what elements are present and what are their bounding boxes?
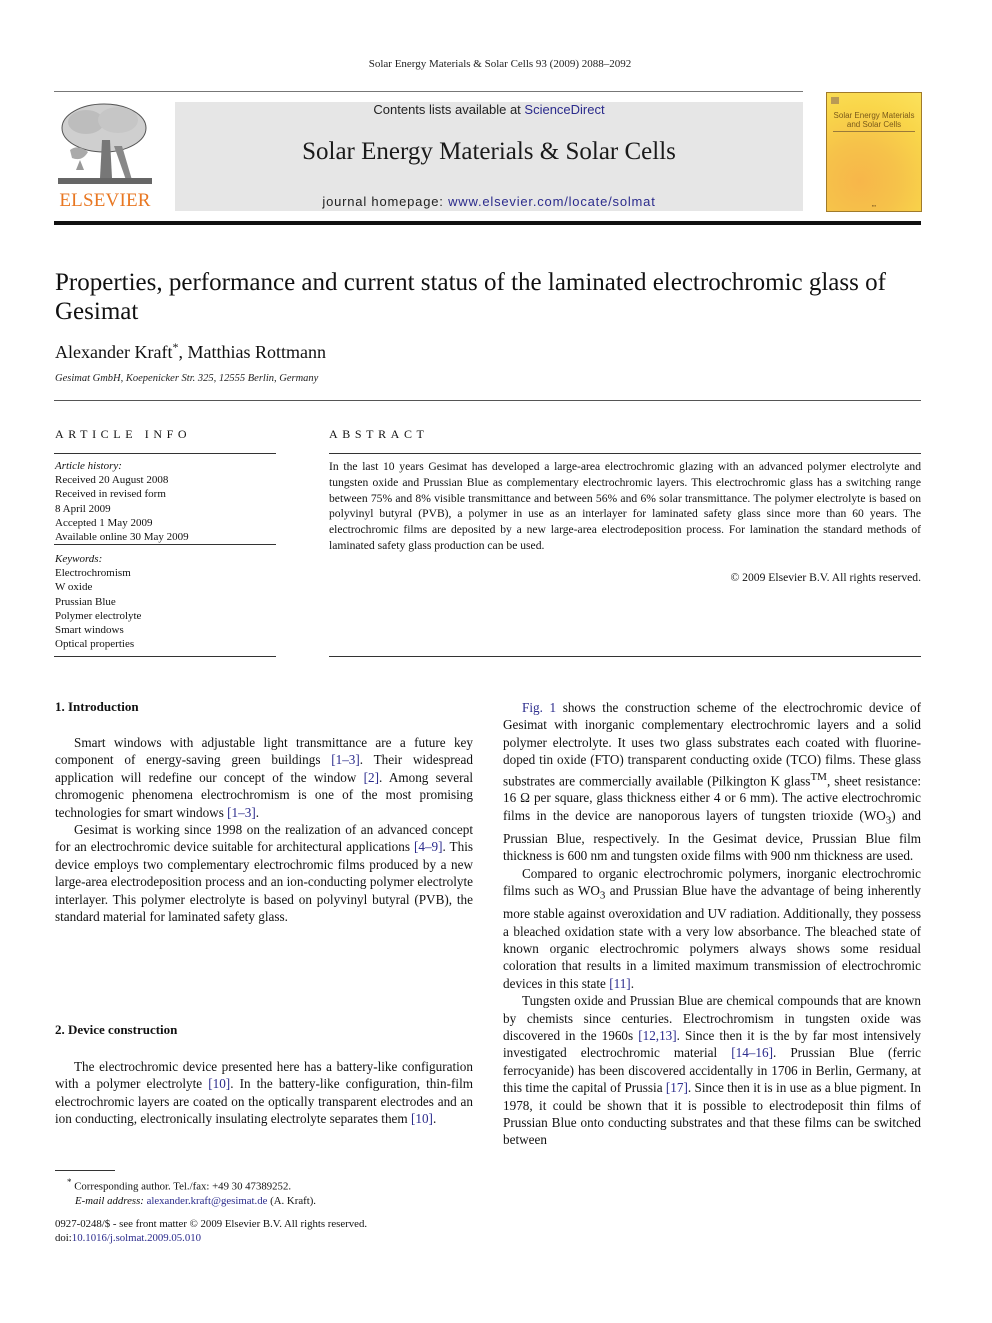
paragraph: Smart windows with adjustable light tran… — [55, 734, 473, 821]
keyword: Prussian Blue — [55, 595, 116, 608]
article-info-rule — [54, 544, 276, 545]
journal-title: Solar Energy Materials & Solar Cells — [302, 138, 676, 165]
trademark-superscript: TM — [810, 770, 827, 783]
elsevier-wordmark: ELSEVIER — [59, 190, 151, 211]
author-list: Alexander Kraft*, Matthias Rottmann — [55, 340, 326, 363]
contents-line: Contents lists available at ScienceDirec… — [175, 102, 803, 117]
citation-link[interactable]: [14–16] — [731, 1045, 773, 1060]
section-heading-device-construction: 2. Device construction — [55, 1022, 178, 1037]
citation-link[interactable]: [1–3] — [331, 752, 360, 767]
figure-link[interactable]: Fig. 1 — [522, 700, 556, 715]
sciencedirect-link[interactable]: ScienceDirect — [524, 102, 604, 117]
history-item: Received 20 August 2008 — [55, 474, 169, 487]
front-separator-rule — [54, 400, 921, 401]
journal-banner: Contents lists available at ScienceDirec… — [175, 102, 803, 211]
right-column-body: Fig. 1 shows the construction scheme of … — [503, 699, 921, 1149]
text-run: and Prussian Blue have the advantage of … — [503, 883, 921, 991]
paragraph: Tungsten oxide and Prussian Blue are che… — [503, 992, 921, 1149]
journal-homepage-link[interactable]: www.elsevier.com/locate/solmat — [448, 194, 656, 209]
keyword: Optical properties — [55, 638, 135, 651]
history-item: 8 April 2009 — [55, 502, 111, 515]
contents-prefix: Contents lists available at — [373, 102, 525, 117]
history-label: Article history: — [55, 460, 122, 472]
footnote-rule — [55, 1170, 115, 1171]
citation-link[interactable]: [2] — [364, 770, 379, 785]
text-run: . — [630, 975, 634, 991]
article-info-rule — [54, 656, 276, 657]
email-label: E-mail address: — [75, 1194, 147, 1207]
abstract-rule — [329, 453, 921, 454]
citation-link[interactable]: [12,13] — [638, 1028, 676, 1043]
citation-link[interactable]: [4–9] — [414, 839, 443, 854]
history-item: Received in revised form — [55, 488, 166, 501]
cover-logo-icon — [831, 97, 839, 104]
article-info-heading: ARTICLE INFO — [55, 427, 192, 441]
keyword: Polymer electrolyte — [55, 609, 142, 622]
keywords-block: Keywords: Electrochromism W oxide Prussi… — [55, 552, 277, 651]
article-title: Properties, performance and current stat… — [55, 269, 886, 325]
paragraph: Fig. 1 shows the construction scheme of … — [503, 699, 921, 865]
header-thick-rule — [54, 221, 921, 225]
paragraph: Compared to organic electrochromic polym… — [503, 865, 921, 992]
abstract-copyright: © 2009 Elsevier B.V. All rights reserved… — [730, 571, 921, 584]
abstract-text: In the last 10 years Gesimat has develop… — [329, 460, 921, 552]
corresponding-author-contact: Corresponding author. Tel./fax: +49 30 4… — [71, 1180, 292, 1193]
keyword: Smart windows — [55, 624, 124, 637]
citation-link[interactable]: [17] — [666, 1080, 688, 1095]
running-head: Solar Energy Materials & Solar Cells 93 … — [368, 58, 632, 70]
author-name[interactable]: Matthias Rottmann — [187, 342, 326, 362]
abstract-bottom-rule — [329, 656, 921, 657]
abstract-heading: ABSTRACT — [329, 427, 429, 441]
corresponding-author-footnote: * Corresponding author. Tel./fax: +49 30… — [55, 1175, 316, 1208]
cover-publisher-mark: ▪▪▪ — [871, 203, 877, 208]
text-run: . — [432, 1111, 437, 1127]
author-email-link[interactable]: alexander.kraft@gesimat.de — [147, 1195, 268, 1207]
introduction-body: Smart windows with adjustable light tran… — [55, 734, 473, 925]
homepage-line: journal homepage: www.elsevier.com/locat… — [175, 194, 803, 209]
cover-title-line2: and Solar Cells — [846, 120, 902, 129]
doi-prefix: doi: — [55, 1232, 72, 1244]
cover-subtitle-rule — [833, 131, 915, 132]
history-item: Available online 30 May 2009 — [55, 531, 189, 544]
doi-link[interactable]: 10.1016/j.solmat.2009.05.010 — [72, 1232, 201, 1244]
citation-link[interactable]: [10] — [208, 1076, 230, 1091]
header-top-rule — [54, 91, 803, 92]
journal-cover-image[interactable]: Solar Energy Materials and Solar Cells ▪… — [826, 92, 922, 212]
text-run: Gesimat is working since 1998 on the rea… — [55, 822, 473, 855]
history-item: Accepted 1 May 2009 — [55, 516, 153, 529]
section-heading-introduction: 1. Introduction — [55, 699, 139, 714]
keywords-label: Keywords: — [55, 553, 103, 565]
paragraph: The electrochromic device presented here… — [55, 1058, 473, 1128]
article-info-rule — [54, 453, 276, 454]
cover-title: Solar Energy Materials and Solar Cells — [827, 111, 921, 129]
front-matter-line: 0927-0248/$ - see front matter © 2009 El… — [55, 1218, 368, 1230]
elsevier-tree-icon — [56, 100, 154, 188]
citation-link[interactable]: [10] — [411, 1111, 433, 1126]
article-history: Article history: Received 20 August 2008… — [55, 459, 277, 544]
author-name[interactable]: Alexander Kraft — [55, 342, 172, 362]
citation-link[interactable]: [11] — [609, 976, 630, 991]
device-construction-body: The electrochromic device presented here… — [55, 1058, 473, 1128]
homepage-prefix: journal homepage: — [322, 194, 449, 209]
keyword: W oxide — [55, 581, 93, 594]
elsevier-logo[interactable]: ELSEVIER — [54, 100, 156, 212]
email-suffix: (A. Kraft). — [267, 1194, 317, 1207]
front-matter-footnote: 0927-0248/$ - see front matter © 2009 El… — [55, 1217, 367, 1245]
keyword: Electrochromism — [55, 567, 131, 580]
affiliation: Gesimat GmbH, Koepenicker Str. 325, 1255… — [55, 373, 319, 384]
citation-link[interactable]: [1–3] — [227, 805, 256, 820]
cover-title-line1: Solar Energy Materials — [833, 111, 915, 120]
text-run: . — [255, 804, 260, 820]
paragraph: Gesimat is working since 1998 on the rea… — [55, 821, 473, 925]
